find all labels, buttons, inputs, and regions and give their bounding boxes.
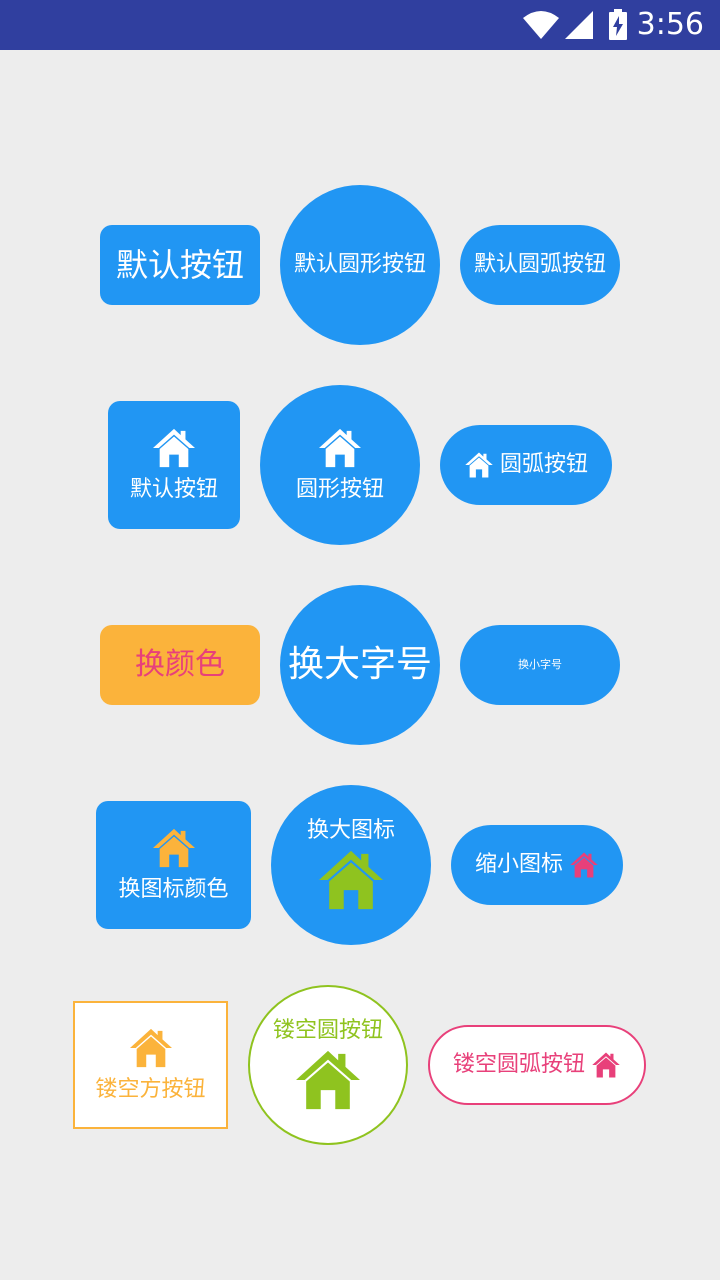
default-circle-button[interactable]: 默认圆形按钮	[280, 185, 440, 345]
wifi-icon	[523, 11, 559, 39]
battery-charging-icon	[609, 9, 627, 40]
icon-default-button-label: 默认按钮	[129, 477, 218, 503]
default-pill-button[interactable]: 默认圆弧按钮	[460, 225, 620, 305]
smaller-text-button[interactable]: 换小字号	[460, 625, 620, 705]
smaller-icon-button-label: 缩小图标	[474, 852, 563, 878]
icon-circle-button-label: 圆形按钮	[295, 477, 384, 503]
signal-icon	[565, 11, 593, 39]
icon-color-button-label: 换图标颜色	[118, 877, 229, 903]
hollow-pill-button-label: 镂空圆弧按钮	[452, 1052, 585, 1078]
home-icon	[569, 851, 599, 879]
home-icon	[464, 451, 494, 479]
hollow-square-button-label: 镂空方按钮	[95, 1077, 206, 1103]
home-icon	[151, 427, 197, 469]
hollow-circle-button[interactable]: 镂空圆按钮	[248, 985, 408, 1145]
home-icon	[151, 827, 197, 869]
home-icon	[317, 427, 363, 469]
default-button[interactable]: 默认按钮	[100, 225, 260, 305]
bigger-icon-button[interactable]: 换大图标	[271, 785, 431, 945]
hollow-pill-button[interactable]: 镂空圆弧按钮	[428, 1025, 646, 1105]
default-button-label: 默认按钮	[115, 245, 244, 284]
change-color-button[interactable]: 换颜色	[100, 625, 260, 705]
default-pill-button-label: 默认圆弧按钮	[473, 252, 606, 278]
icon-color-button[interactable]: 换图标颜色	[96, 801, 251, 929]
bigger-text-button[interactable]: 换大字号	[280, 585, 440, 745]
status-bar: 3:56	[0, 0, 720, 50]
home-icon	[128, 1027, 174, 1069]
icon-default-button[interactable]: 默认按钮	[108, 401, 240, 529]
bigger-text-button-label: 换大字号	[287, 644, 432, 686]
default-circle-button-label: 默认圆形按钮	[293, 252, 426, 278]
status-time: 3:56	[636, 7, 704, 42]
icon-pill-button-label: 圆弧按钮	[499, 452, 588, 478]
hollow-square-button[interactable]: 镂空方按钮	[73, 1001, 228, 1129]
home-icon	[293, 1048, 363, 1112]
hollow-circle-button-label: 镂空圆按钮	[272, 1018, 383, 1044]
home-icon	[591, 1051, 621, 1079]
home-icon	[316, 848, 386, 912]
smaller-icon-button[interactable]: 缩小图标	[451, 825, 623, 905]
change-color-button-label: 换颜色	[135, 646, 225, 682]
icon-pill-button[interactable]: 圆弧按钮	[440, 425, 612, 505]
bigger-icon-button-label: 换大图标	[306, 818, 395, 844]
smaller-text-button-label: 换小字号	[518, 657, 562, 671]
icon-circle-button[interactable]: 圆形按钮	[260, 385, 420, 545]
